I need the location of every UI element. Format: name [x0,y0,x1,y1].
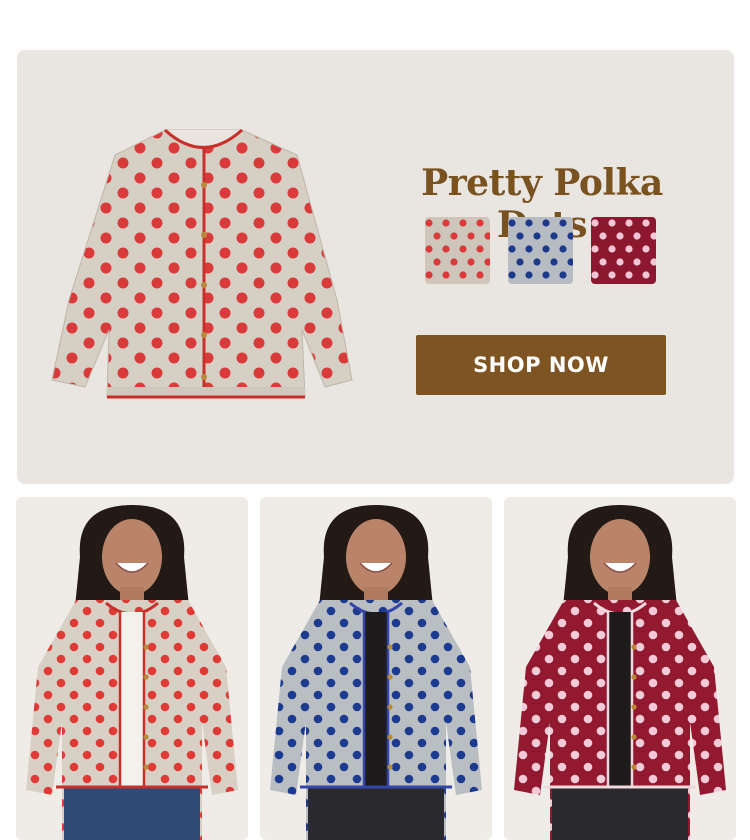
model-card-beige-red[interactable] [16,497,248,840]
model-card-grey-navy[interactable] [260,497,492,840]
cardigan-product-image[interactable] [47,125,357,405]
model-card-burgundy-pink[interactable] [504,497,736,840]
shop-now-button[interactable]: SHOP NOW [416,335,666,395]
swatch-burgundy-pink[interactable] [591,217,656,284]
color-swatches [425,217,675,285]
swatch-beige-red[interactable] [425,217,490,284]
swatch-grey-navy[interactable] [508,217,573,284]
hero-banner: Pretty Polka Dots SHOP NOW [17,50,734,484]
